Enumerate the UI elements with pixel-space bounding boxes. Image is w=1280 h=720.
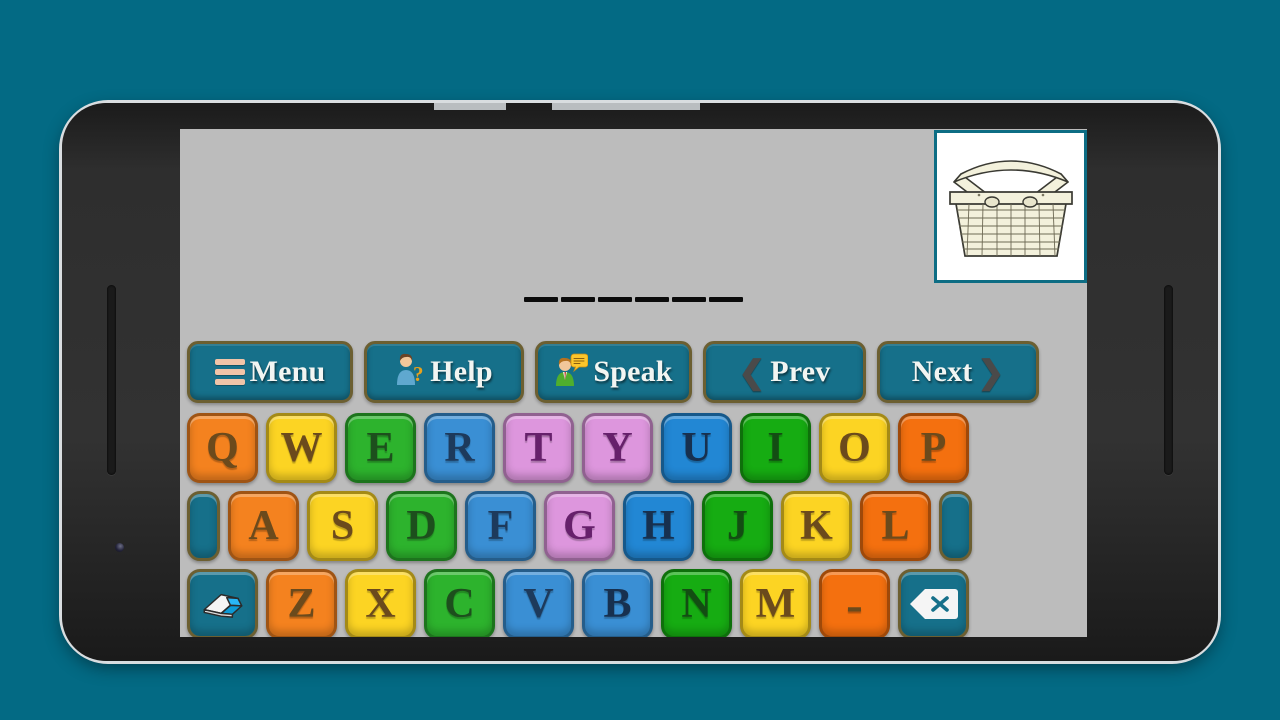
key-label: S [330, 503, 355, 549]
key-label: A [248, 503, 279, 549]
answer-blank [524, 297, 558, 302]
keyboard-row: QWE R T Y U I O P [187, 413, 972, 483]
help-button-label: Help [430, 355, 493, 388]
keyboard-key-e[interactable]: E [345, 413, 416, 483]
keyboard-key-v[interactable]: V [503, 569, 574, 639]
key-label: L [881, 503, 910, 549]
key-label: G [563, 503, 596, 549]
on-screen-keyboard: QWE R T Y U I O P A S D F GH J K L Z X C V B NM - [187, 413, 972, 641]
prev-button[interactable]: ❮ Prev [703, 341, 866, 403]
screen-bottom-edge [180, 637, 1087, 641]
key-label: P [920, 425, 947, 471]
key-label: X [365, 581, 396, 627]
picnic-basket-illustration [948, 159, 1073, 257]
key-label: J [727, 503, 748, 549]
keyboard-key-d[interactable]: D [386, 491, 457, 561]
top-edge-button-a[interactable] [434, 103, 506, 110]
phone-device-frame: Menu ? Help Speak ❮ Prev Next ❯ Q W E R … [62, 103, 1218, 661]
keyboard-key-spacer-right[interactable] [939, 491, 972, 561]
keyboard-key-w[interactable]: W [266, 413, 337, 483]
keyboard-key-r[interactable]: R [424, 413, 495, 483]
keyboard-key-f[interactable]: F [465, 491, 536, 561]
answer-blank [561, 297, 595, 302]
keyboard-key-i[interactable]: I [740, 413, 811, 483]
key-label: Y [602, 425, 633, 471]
keyboard-key-o[interactable]: O [819, 413, 890, 483]
keyboard-key-a[interactable]: A [228, 491, 299, 561]
menu-button[interactable]: Menu [187, 341, 353, 403]
keyboard-row: Z X C V B NM - [187, 569, 972, 639]
key-label: H [642, 503, 675, 549]
key-label: Z [287, 581, 316, 627]
answer-blanks [180, 297, 1087, 302]
keyboard-key-spacer-left[interactable] [187, 491, 220, 561]
keyboard-key-l[interactable]: L [860, 491, 931, 561]
keyboard-key-s[interactable]: S [307, 491, 378, 561]
keyboard-key-y[interactable]: Y [582, 413, 653, 483]
answer-blank [635, 297, 669, 302]
keyboard-key-g[interactable]: G [544, 491, 615, 561]
hamburger-menu-icon [214, 359, 245, 385]
key-label: T [524, 425, 553, 471]
key-label: V [523, 581, 554, 627]
key-label: R [444, 425, 475, 471]
person-speech-bubble-icon [554, 353, 589, 392]
phone-screen: Menu ? Help Speak ❮ Prev Next ❯ Q W E R … [180, 129, 1087, 641]
key-label: F [487, 503, 514, 549]
keyboard-key-p[interactable]: P [898, 413, 969, 483]
answer-blank [672, 297, 706, 302]
speak-button-label: Speak [593, 355, 673, 388]
next-button-label: Next [911, 355, 973, 388]
keyboard-key-k[interactable]: K [781, 491, 852, 561]
answer-blank [598, 297, 632, 302]
keyboard-key-m[interactable]: M [740, 569, 811, 639]
key-label: K [800, 503, 833, 549]
key-label: I [767, 425, 784, 471]
keyboard-key-c[interactable]: C [424, 569, 495, 639]
keyboard-key-j[interactable]: J [702, 491, 773, 561]
key-label: U [681, 425, 712, 471]
phone-body: Menu ? Help Speak ❮ Prev Next ❯ Q W E R … [62, 103, 1218, 661]
key-label: E [366, 425, 395, 471]
key-label: D [406, 503, 437, 549]
keyboard-key-q[interactable]: Q [187, 413, 258, 483]
key-label: Q [206, 425, 239, 471]
menu-button-label: Menu [249, 355, 326, 388]
svg-text:?: ? [413, 362, 424, 386]
keyboard-key-z[interactable]: Z [266, 569, 337, 639]
keyboard-key-b[interactable]: B [582, 569, 653, 639]
chevron-left-icon: ❮ [738, 354, 766, 390]
next-button[interactable]: Next ❯ [877, 341, 1039, 403]
key-label: W [280, 425, 323, 471]
clear-key[interactable] [187, 569, 258, 639]
word-picture-card [934, 130, 1087, 283]
speak-button[interactable]: Speak [535, 341, 692, 403]
key-label: - [846, 576, 863, 632]
keyboard-key-x[interactable]: X [345, 569, 416, 639]
prev-button-label: Prev [770, 355, 831, 388]
key-label: O [838, 425, 871, 471]
key-label: C [444, 581, 475, 627]
right-side-button[interactable] [1164, 285, 1173, 475]
left-side-button[interactable] [107, 285, 116, 475]
key-label: M [755, 581, 796, 627]
person-question-mark-icon: ? [395, 353, 425, 392]
chevron-right-icon: ❯ [977, 354, 1005, 390]
answer-blank [709, 297, 743, 302]
keyboard-row: A S D F GH J K L [187, 491, 972, 561]
keyboard-key-n[interactable]: N [661, 569, 732, 639]
keyboard-key-h[interactable]: H [623, 491, 694, 561]
keyboard-key-u[interactable]: U [661, 413, 732, 483]
keyboard-key-t[interactable]: T [503, 413, 574, 483]
front-camera-dot [115, 543, 124, 552]
help-button[interactable]: ? Help [364, 341, 524, 403]
key-label: N [681, 581, 712, 627]
key-label: B [603, 581, 632, 627]
keyboard-key--[interactable]: - [819, 569, 890, 639]
toolbar: Menu ? Help Speak ❮ Prev Next ❯ [187, 341, 1039, 403]
top-edge-button-b[interactable] [552, 103, 700, 110]
backspace-key[interactable] [898, 569, 969, 639]
